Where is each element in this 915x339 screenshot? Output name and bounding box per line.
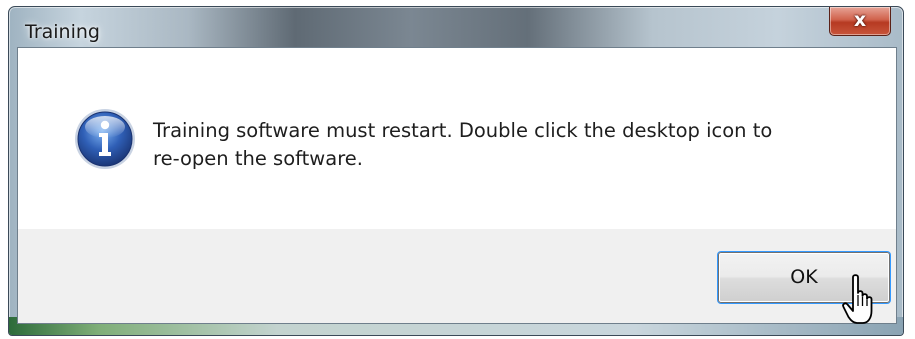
window-title: Training <box>25 21 100 43</box>
ok-button-label: OK <box>790 266 818 288</box>
title-bar[interactable]: Training <box>9 7 903 47</box>
dialog-window: Training x Training software must restar… <box>8 6 904 336</box>
message-area: Training software must restart. Double c… <box>18 48 896 229</box>
close-button[interactable]: x <box>829 7 891 36</box>
dialog-client-area: Training software must restart. Double c… <box>17 47 897 324</box>
ok-button[interactable]: OK <box>718 252 890 303</box>
info-icon <box>75 109 135 169</box>
message-line-1: Training software must restart. Double c… <box>153 119 773 142</box>
message-line-2: re-open the software. <box>153 147 363 170</box>
message-text: Training software must restart. Double c… <box>153 117 853 173</box>
button-area: OK <box>18 229 896 323</box>
close-icon: x <box>853 9 867 31</box>
